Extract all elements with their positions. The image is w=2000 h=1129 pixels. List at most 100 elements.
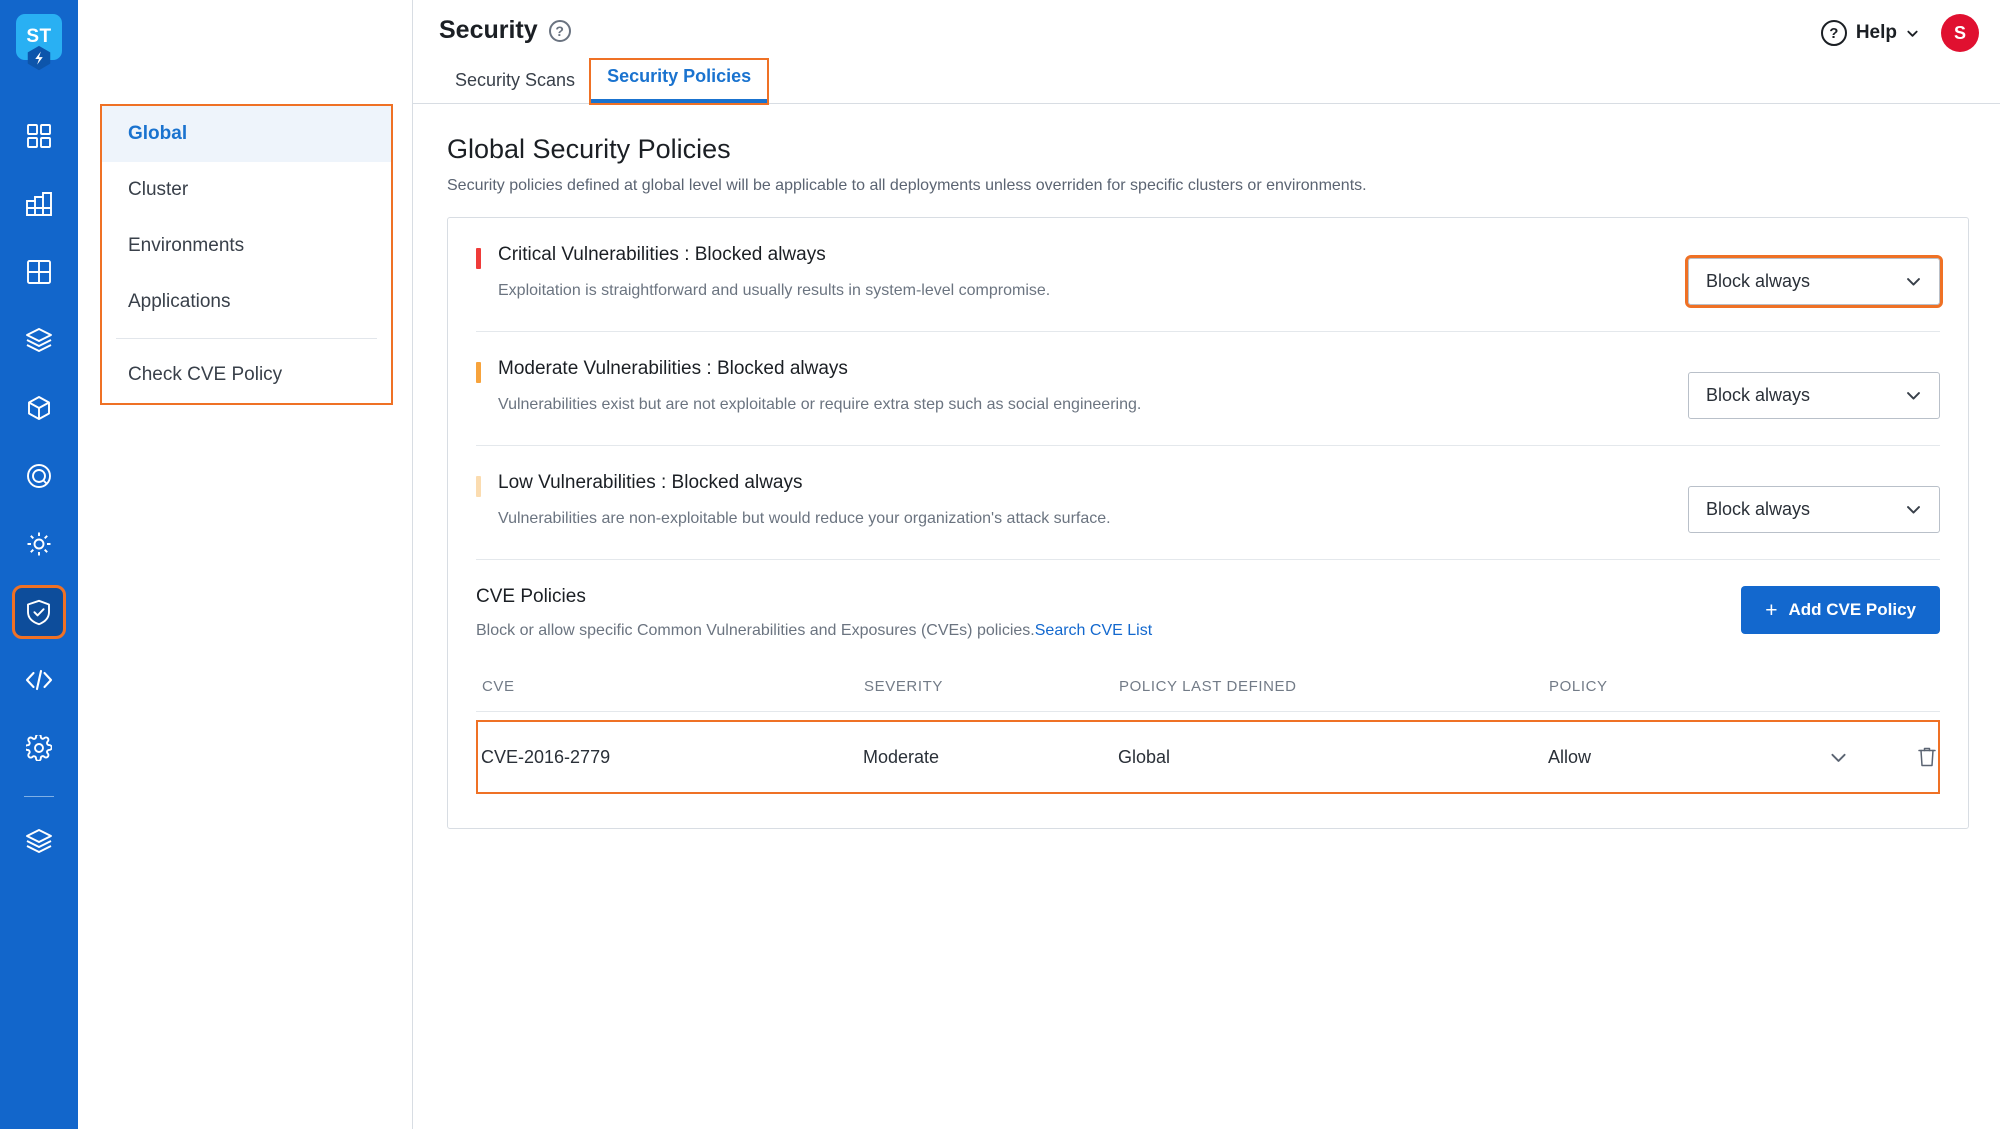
cell-cve: CVE-2016-2779 (481, 746, 611, 767)
sidebar-item-environments[interactable] (15, 384, 63, 432)
tab-security-policies[interactable]: Security Policies (589, 58, 770, 105)
policy-description-low: Vulnerabilities are non-exploitable but … (498, 510, 1111, 527)
chevron-down-icon (1907, 506, 1920, 514)
delete-icon[interactable] (1916, 745, 1938, 769)
avatar[interactable]: S (1941, 14, 1979, 52)
secondary-nav-column: Global Cluster Environments Applications… (78, 0, 413, 1129)
app-logo[interactable]: ST (16, 14, 62, 71)
policy-row-critical: Critical Vulnerabilities : Blocked alway… (476, 218, 1943, 332)
tab-security-policies-label: Security Policies (607, 66, 752, 86)
gear-sun-icon (26, 531, 52, 557)
policy-left-critical: Critical Vulnerabilities : Blocked alway… (476, 244, 1688, 300)
cve-policies-table: CVE SEVERITY POLICY LAST DEFINED POLICY … (476, 678, 1940, 828)
policy-right-critical: Block always (1685, 244, 1943, 308)
policy-row-moderate: Moderate Vulnerabilities : Blocked alway… (476, 332, 1940, 446)
help-question-glyph: ? (1829, 24, 1839, 42)
policy-text-critical: Critical Vulnerabilities : Blocked alway… (498, 244, 1050, 300)
sidebar-item-security[interactable] (12, 585, 66, 639)
policy-left-moderate: Moderate Vulnerabilities : Blocked alway… (476, 358, 1688, 414)
rail-divider (24, 796, 54, 797)
policy-right-moderate: Block always (1688, 358, 1940, 419)
policy-left-low: Low Vulnerabilities : Blocked always Vul… (476, 472, 1688, 528)
open-box-icon (25, 327, 53, 353)
row-policy-dropdown[interactable] (1778, 748, 1898, 767)
grid-chart-icon (25, 191, 53, 217)
sidebar-item-environments-label: Environments (128, 235, 245, 256)
column-header-cve: CVE (482, 678, 515, 695)
top-bar: Security ? Security Scans Security Polic… (413, 0, 2000, 105)
policy-select-moderate[interactable]: Block always (1688, 372, 1940, 419)
avatar-initial: S (1953, 22, 1966, 43)
main-area: Security ? Security Scans Security Polic… (413, 0, 2000, 1129)
severity-bar-moderate (476, 362, 481, 383)
policy-select-low[interactable]: Block always (1688, 486, 1940, 533)
layers-icon (25, 828, 53, 854)
plus-icon: + (1765, 598, 1778, 622)
nav-separator (116, 338, 377, 339)
app-root: ST Global Cluster Environments Applicati… (0, 0, 2000, 1129)
policy-name-low: Low Vulnerabilities : Blocked always (498, 472, 803, 493)
cell-policy-last-defined: Global (1118, 746, 1171, 767)
policy-name-critical: Critical Vulnerabilities : Blocked alway… (498, 244, 826, 265)
sidebar-item-builds[interactable] (15, 180, 63, 228)
sidebar-item-projects[interactable] (15, 817, 63, 865)
sidebar-item-targets[interactable] (15, 452, 63, 500)
check-cve-policy-label: Check CVE Policy (128, 364, 283, 385)
sidebar-item-cluster-label: Cluster (128, 179, 189, 200)
help-circle-icon[interactable]: ? (548, 19, 571, 42)
sidebar-item-deployments[interactable] (15, 248, 63, 296)
policy-scope-nav: Global Cluster Environments Applications… (100, 104, 393, 405)
chevron-down-icon (1907, 278, 1920, 286)
cube-icon (26, 395, 52, 421)
chevron-down-icon (1907, 30, 1918, 37)
policy-select-moderate-value: Block always (1706, 385, 1811, 405)
chevron-down-icon (1830, 753, 1846, 762)
content-subtitle: Security policies defined at global leve… (447, 177, 1367, 194)
shield-check-icon (26, 599, 52, 626)
policy-select-critical-value: Block always (1706, 271, 1811, 291)
policy-select-low-value: Block always (1706, 499, 1811, 519)
chevron-down-icon (1907, 392, 1920, 400)
content-title: Global Security Policies (447, 134, 731, 164)
sidebar-item-chaos[interactable] (15, 520, 63, 568)
sidebar-item-environments-scope[interactable]: Environments (102, 218, 391, 274)
page-title-text: Security (439, 16, 538, 44)
sidebar-item-global-label: Global (128, 123, 188, 144)
add-cve-policy-button[interactable]: + Add CVE Policy (1741, 586, 1940, 634)
sidebar-item-settings[interactable] (15, 724, 63, 772)
tab-security-scans[interactable]: Security Scans (439, 64, 591, 103)
sidebar-item-code[interactable] (15, 656, 63, 704)
add-cve-policy-label: Add CVE Policy (1788, 600, 1916, 619)
primary-nav-rail: ST (0, 0, 78, 1129)
severity-bar-critical (476, 248, 481, 269)
policy-row-low: Low Vulnerabilities : Blocked always Vul… (476, 446, 1940, 560)
code-brackets-icon (25, 668, 53, 692)
help-circle-glyph: ? (555, 22, 564, 39)
page-title: Security ? (439, 16, 571, 45)
table-row[interactable]: CVE-2016-2779 Moderate Global Allow (476, 720, 1940, 794)
cell-severity: Moderate (863, 746, 940, 767)
sidebar-item-cluster[interactable]: Cluster (102, 162, 391, 218)
tab-security-scans-label: Security Scans (455, 70, 576, 90)
column-header-policy: POLICY (1549, 678, 1608, 695)
sidebar-item-applications[interactable]: Applications (102, 274, 391, 330)
policy-right-low: Block always (1688, 472, 1940, 533)
policies-card: Critical Vulnerabilities : Blocked alway… (447, 217, 1969, 829)
help-question-icon: ? (1820, 20, 1847, 46)
column-header-policy-last-defined: POLICY LAST DEFINED (1119, 678, 1297, 695)
help-menu-button[interactable]: ? Help (1820, 20, 1919, 46)
sidebar-item-artifacts[interactable] (15, 316, 63, 364)
policy-description-moderate: Vulnerabilities exist but are not exploi… (498, 396, 1142, 413)
settings-gear-icon (26, 735, 52, 761)
cve-policies-header: CVE Policies Block or allow specific Com… (476, 560, 1940, 654)
policy-description-critical: Exploitation is straightforward and usua… (498, 282, 1051, 299)
policy-name-moderate: Moderate Vulnerabilities : Blocked alway… (498, 358, 848, 379)
policy-select-critical[interactable]: Block always (1685, 255, 1943, 308)
target-icon (26, 463, 52, 489)
cve-policies-text: CVE Policies Block or allow specific Com… (476, 586, 1152, 640)
sidebar-item-check-cve-policy[interactable]: Check CVE Policy (102, 347, 391, 403)
sidebar-item-global[interactable]: Global (102, 106, 391, 162)
search-cve-list-link[interactable]: Search CVE List (1035, 622, 1152, 639)
policy-text-moderate: Moderate Vulnerabilities : Blocked alway… (498, 358, 1141, 414)
sidebar-item-dashboard[interactable] (15, 112, 63, 160)
